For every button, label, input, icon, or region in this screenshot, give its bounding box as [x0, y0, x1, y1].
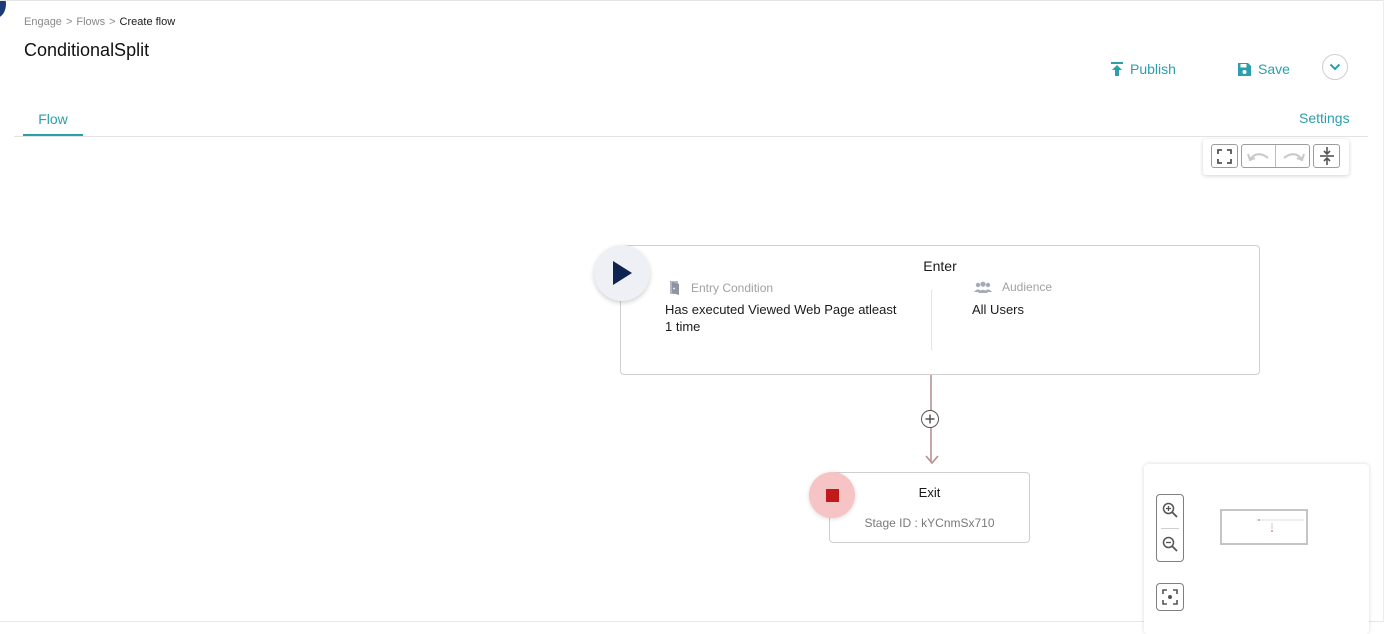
- breadcrumb-separator: >: [65, 16, 73, 28]
- audience-label-text: Audience: [1002, 280, 1053, 294]
- minimap-viewport[interactable]: [1220, 509, 1308, 545]
- focus-icon: [1162, 589, 1178, 605]
- users-icon: [974, 281, 992, 293]
- undo-icon: [1246, 153, 1269, 162]
- play-icon: [613, 261, 632, 285]
- fit-view-button[interactable]: [1156, 583, 1184, 611]
- minimap-panel: [1144, 464, 1369, 634]
- more-options-button[interactable]: [1322, 54, 1348, 80]
- collapse-icon: [1319, 147, 1334, 165]
- door-icon: [670, 281, 679, 295]
- redo-button[interactable]: [1276, 145, 1309, 167]
- stop-indicator: [809, 472, 855, 518]
- entry-condition-line2: 1 time: [665, 319, 701, 334]
- connector-arrow-icon: [925, 455, 939, 465]
- exit-node-title: Exit: [918, 485, 941, 500]
- collapse-button[interactable]: [1313, 144, 1340, 168]
- entry-condition-line1: Has executed Viewed Web Page atleast: [665, 302, 897, 317]
- audience-value: All Users: [972, 302, 1025, 317]
- enter-node-divider: [931, 290, 932, 350]
- tabs-divider: [14, 136, 1368, 137]
- exit-node[interactable]: Exit Stage ID : kYCnmSx710: [829, 472, 1030, 543]
- breadcrumb-engage[interactable]: Engage: [24, 16, 62, 28]
- zoom-in-button[interactable]: [1157, 495, 1183, 525]
- save-label: Save: [1258, 61, 1290, 77]
- redo-icon: [1282, 153, 1305, 162]
- tab-settings[interactable]: Settings: [1299, 110, 1350, 126]
- breadcrumb-flows[interactable]: Flows: [76, 16, 105, 28]
- audience-label: Audience: [973, 280, 1052, 294]
- enter-node[interactable]: Enter Entry Condition Has executed Viewe…: [620, 245, 1260, 375]
- tab-flow[interactable]: Flow: [23, 111, 83, 136]
- enter-node-title: Enter: [923, 258, 957, 274]
- chevron-down-icon: [1329, 63, 1341, 71]
- floppy-icon: [1238, 62, 1251, 76]
- minimap-preview: [1256, 519, 1304, 532]
- add-step-button[interactable]: [921, 410, 939, 428]
- zoom-out-button[interactable]: [1157, 529, 1183, 559]
- page-title: ConditionalSplit: [24, 40, 150, 60]
- exit-stage-id: Stage ID : kYCnmSx710: [864, 516, 995, 530]
- fullscreen-button[interactable]: [1211, 144, 1238, 168]
- publish-button[interactable]: Publish: [1110, 61, 1176, 77]
- entry-condition-label: Entry Condition: [668, 280, 773, 295]
- zoom-in-icon: [1162, 502, 1178, 518]
- breadcrumb: Engage > Flows > Create flow: [24, 16, 175, 28]
- zoom-out-icon: [1162, 536, 1178, 552]
- breadcrumb-separator: >: [109, 16, 116, 28]
- play-button[interactable]: [594, 245, 650, 301]
- breadcrumb-current: Create flow: [119, 16, 176, 28]
- stop-icon: [825, 488, 839, 502]
- fullscreen-icon: [1217, 148, 1232, 164]
- undo-button[interactable]: [1242, 145, 1276, 167]
- canvas-toolbar: [1203, 139, 1349, 175]
- upload-icon: [1111, 62, 1123, 76]
- entry-condition-value: Has executed Viewed Web Page atleast 1 t…: [665, 301, 897, 335]
- zoom-controls: [1156, 494, 1184, 562]
- entry-condition-label-text: Entry Condition: [691, 280, 774, 295]
- save-button[interactable]: Save: [1237, 61, 1290, 77]
- undo-redo-group: [1241, 144, 1310, 168]
- plus-icon: [925, 414, 935, 424]
- corner-indicator: [0, 0, 6, 18]
- frame-top-border: [0, 0, 1384, 1]
- publish-label: Publish: [1130, 61, 1176, 77]
